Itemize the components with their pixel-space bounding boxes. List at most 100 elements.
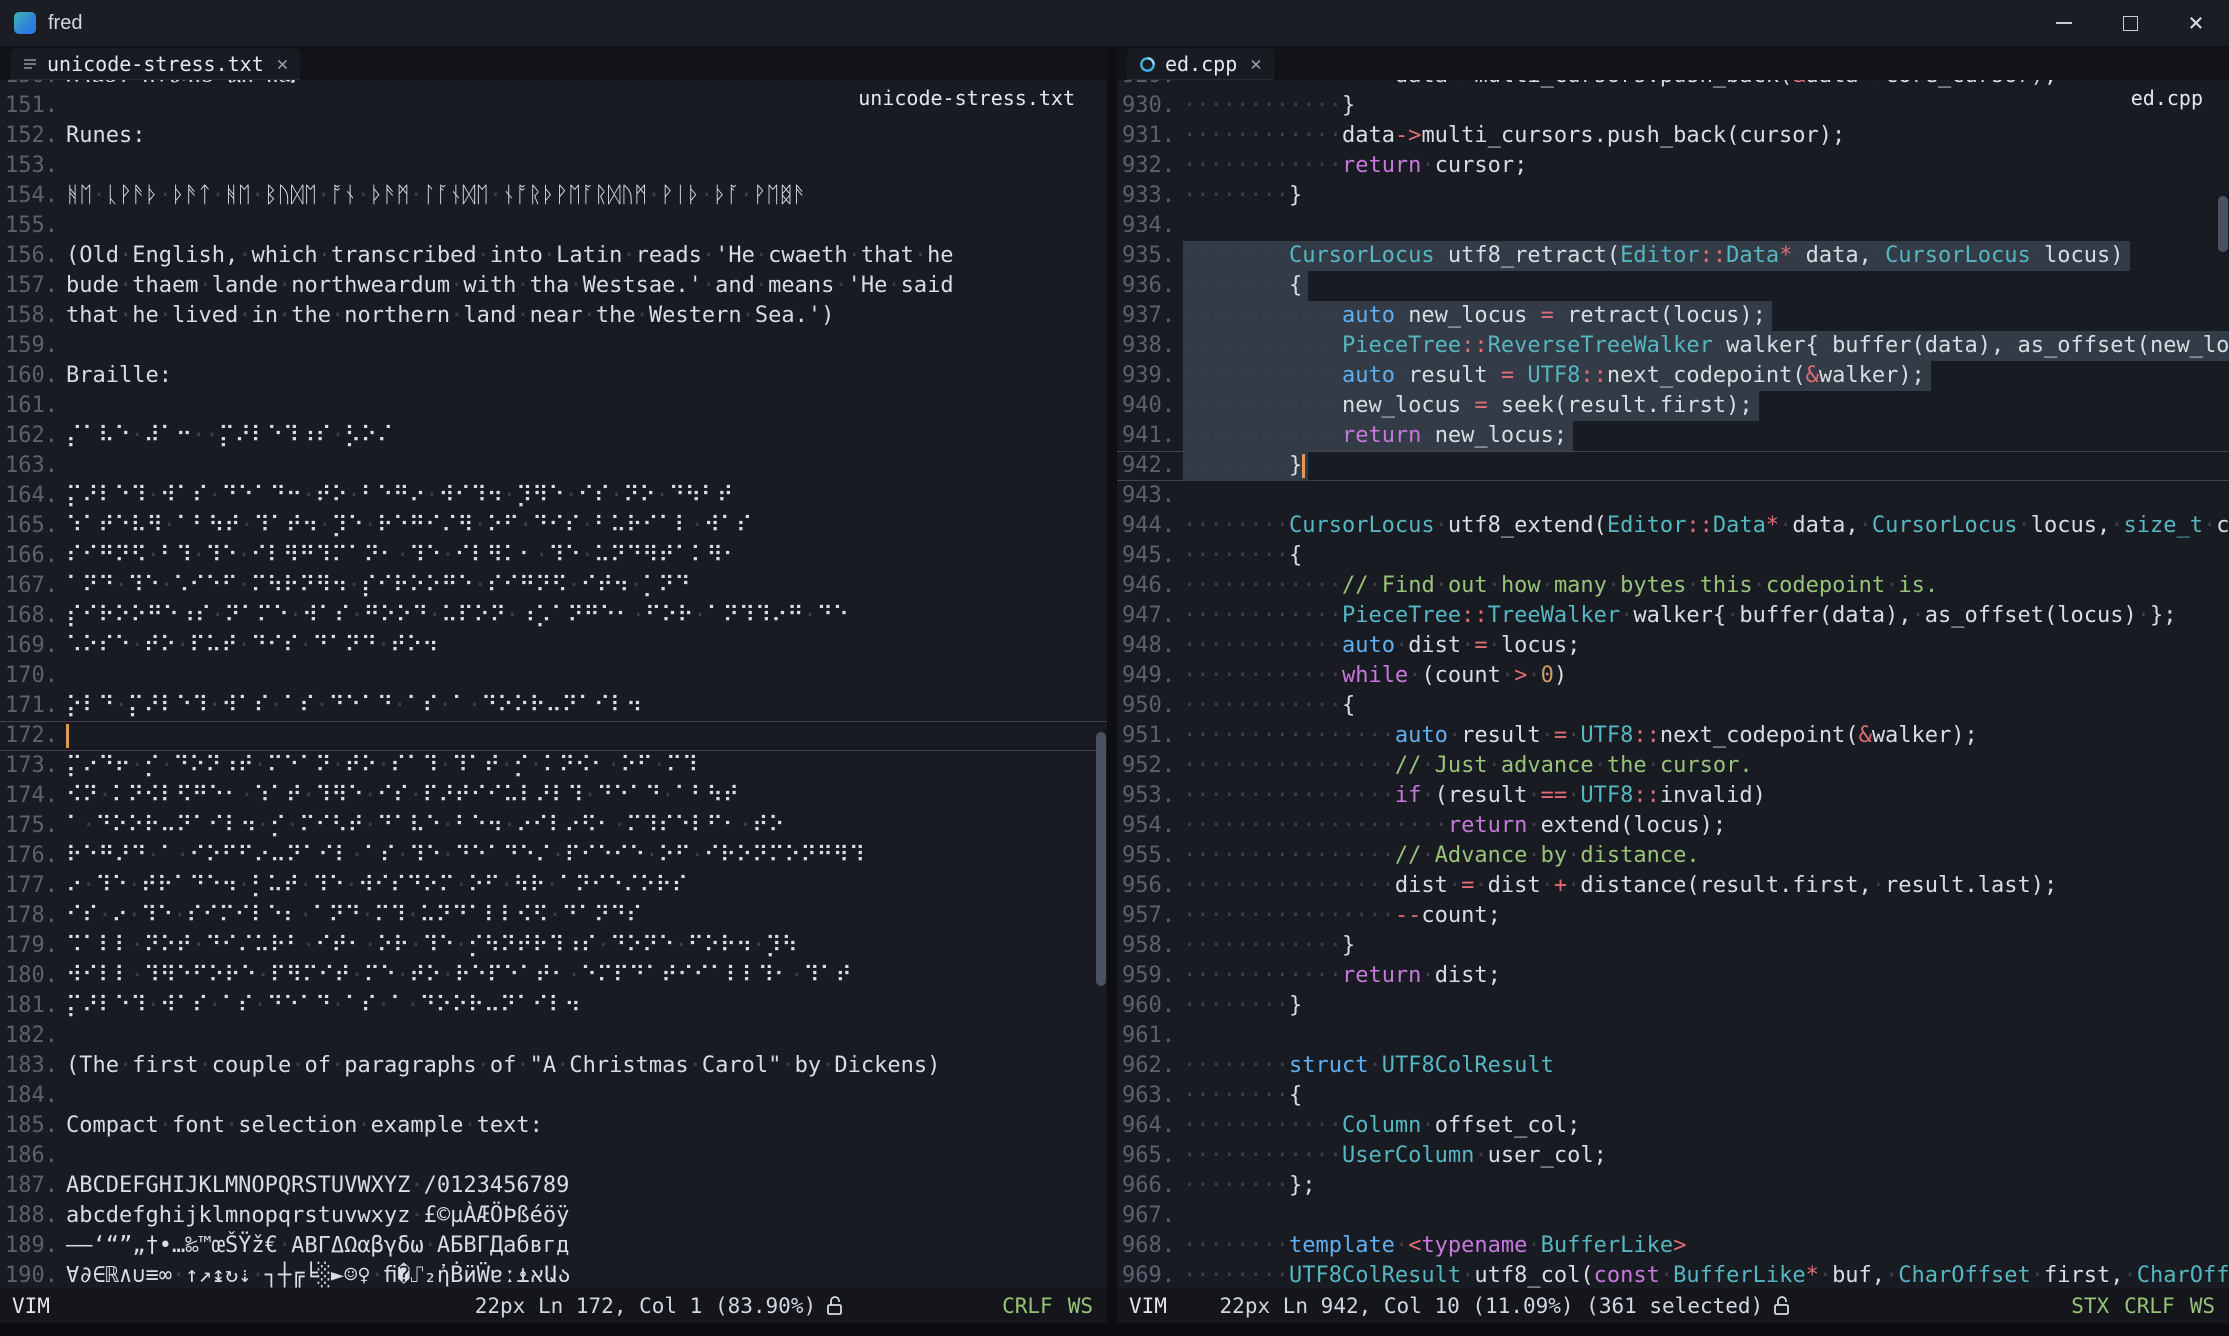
code-line[interactable]: 183.(The·first·couple·of·paragraphs·of·"…	[0, 1051, 1107, 1081]
code-line[interactable]: 160.Braille:	[0, 361, 1107, 391]
code-line[interactable]: 163.	[0, 451, 1107, 481]
code-line[interactable]: 172.	[0, 721, 1107, 751]
code-line[interactable]: 952.················//·Just·advance·the·…	[1117, 751, 2229, 781]
line-ending-indicator[interactable]: CRLF	[1002, 1294, 1053, 1318]
code-line[interactable]: 949.············while·(count·>·0)	[1117, 661, 2229, 691]
code-line[interactable]: 948.············auto·dist·=·locus;	[1117, 631, 2229, 661]
code-line[interactable]: 958.············}	[1117, 931, 2229, 961]
code-line[interactable]: 162.⡌⠁⠧⠑·⠼⠁⠒··⡍⠜⠇⠑⠹⠰⠎·⡣⠕⠌	[0, 421, 1107, 451]
pane-divider[interactable]	[1107, 46, 1117, 1336]
code-line[interactable]: 158.that·he·lived·in·the·northern·land·n…	[0, 301, 1107, 331]
tab-unicode-stress-txt[interactable]: unicode-stress.txt ✕	[10, 48, 300, 80]
code-line[interactable]: 968.········template·<typename·BufferLik…	[1117, 1231, 2229, 1261]
code-line[interactable]: 933.········}	[1117, 181, 2229, 211]
code-line[interactable]: 188.abcdefghijklmnopqrstuvwxyz·£©µÀÆÖÞßé…	[0, 1201, 1107, 1231]
code-line[interactable]: 951.················auto·result·=·UTF8::…	[1117, 721, 2229, 751]
code-line[interactable]: 945.········{	[1117, 541, 2229, 571]
code-line[interactable]: 187.ABCDEFGHIJKLMNOPQRSTUVWXYZ·/01234567…	[0, 1171, 1107, 1201]
code-line[interactable]: 164.⡍⠜⠇⠑⠹·⠺⠁⠎·⠙⠑⠁⠙⠒·⠞⠕·⠃⠑⠛⠔·⠺⠊⠹⠲·⡹⠻⠑·⠊⠎·…	[0, 481, 1107, 511]
code-line[interactable]: 962.········struct·UTF8ColResult	[1117, 1051, 2229, 1081]
code-line[interactable]: 969.········UTF8ColResult·utf8_col(const…	[1117, 1261, 2229, 1288]
code-line[interactable]: 936.········{	[1117, 271, 2229, 301]
code-line[interactable]: 959.············return·dist;	[1117, 961, 2229, 991]
code-line[interactable]: 966.········};	[1117, 1171, 2229, 1201]
whitespace-indicator[interactable]: WS	[2190, 1294, 2215, 1318]
code-line[interactable]: 939.············auto·result·=·UTF8::next…	[1117, 361, 2229, 391]
code-line[interactable]: 964.············Column·offset_col;	[1117, 1111, 2229, 1141]
code-line[interactable]: 157.bude·thaem·lande·northweardum·with·t…	[0, 271, 1107, 301]
code-line[interactable]: 184.	[0, 1081, 1107, 1111]
code-line[interactable]: 957.················--count;	[1117, 901, 2229, 931]
scrollbar-thumb[interactable]	[1096, 732, 1106, 986]
code-line[interactable]: 175.⠁·⠙⠕⠕⠗⠤⠝⠁⠊⠇⠲·⡊·⠍⠊⠣⠞·⠙⠁⠧⠑·⠃⠑⠲·⠔⠊⠇⠔⠫⠂·…	[0, 811, 1107, 841]
code-line[interactable]: 190.∀∂∈ℝ∧∪≡∞·↑↗↨↻⇣·┐┼╔╘░►☺♀·ﬁ�⑀₂ἠḂӥẄɐː⍎א…	[0, 1261, 1107, 1288]
code-line[interactable]: 173.⡍⠔⠙⠖·⡊·⠙⠕⠝⠰⠞·⠍⠑⠁⠝·⠞⠕·⠎⠁⠹·⠹⠁⠞·⡊·⠅⠝⠪⠂·…	[0, 751, 1107, 781]
code-line[interactable]: 967.	[1117, 1201, 2229, 1231]
code-viewport-left[interactable]: 150.እግርህን·በፍራሽህ·ልክ·ዘርጋ።151.152.Runes:153…	[0, 80, 1107, 1288]
code-line[interactable]: 170.	[0, 661, 1107, 691]
code-line[interactable]: 155.	[0, 211, 1107, 241]
code-line[interactable]: 166.⠎⠊⠛⠝⠫·⠃⠹·⠹⠑·⠊⠇⠻⠛⠹⠍⠁⠝⠂·⠹⠑·⠊⠇⠻⠅⠂·⠹⠑·⠥⠝…	[0, 541, 1107, 571]
code-line[interactable]: 953.················if·(result·==·UTF8::…	[1117, 781, 2229, 811]
tab-ed-cpp[interactable]: ed.cpp ✕	[1127, 48, 1274, 80]
code-line[interactable]: 171.⡕⠇⠙·⡍⠜⠇⠑⠹·⠺⠁⠎·⠁⠎·⠙⠑⠁⠙·⠁⠎·⠁·⠙⠕⠕⠗⠤⠝⠁⠊⠇…	[0, 691, 1107, 721]
code-line[interactable]: 156.(Old·English,·which·transcribed·into…	[0, 241, 1107, 271]
code-line[interactable]: 930.············}	[1117, 91, 2229, 121]
code-line[interactable]: 944.········CursorLocus·utf8_extend(Edit…	[1117, 511, 2229, 541]
code-line[interactable]: 161.	[0, 391, 1107, 421]
code-text: ············{	[1183, 691, 1355, 721]
code-line[interactable]: 159.	[0, 331, 1107, 361]
code-line[interactable]: 955.················//·Advance·by·distan…	[1117, 841, 2229, 871]
lock-icon[interactable]	[1773, 1295, 1791, 1317]
code-line[interactable]: 929.················data->multi_cursors.…	[1117, 80, 2229, 91]
tab-close-button[interactable]: ✕	[1250, 53, 1261, 75]
code-line[interactable]: 181.⡍⠜⠇⠑⠹·⠺⠁⠎·⠁⠎·⠙⠑⠁⠙·⠁⠎·⠁·⠙⠕⠕⠗⠤⠝⠁⠊⠇⠲	[0, 991, 1107, 1021]
tab-close-button[interactable]: ✕	[277, 53, 288, 75]
code-line[interactable]: 956.················dist·=·dist·+·distan…	[1117, 871, 2229, 901]
code-line[interactable]: 174.⠪⠝·⠅⠝⠪⠇⠫⠛⠑⠂·⠱⠁⠞·⠹⠻⠑·⠊⠎·⠏⠜⠞⠊⠊⠥⠇⠜⠇⠹·⠙⠑…	[0, 781, 1107, 811]
code-line[interactable]: 177.⠔·⠹⠑·⠞⠗⠁⠙⠑⠲·⡃⠥⠞·⠹⠑·⠺⠊⠎⠙⠕⠍·⠕⠋·⠳⠗·⠁⠝⠊⠑…	[0, 871, 1107, 901]
code-line[interactable]: 954.····················return·extend(lo…	[1117, 811, 2229, 841]
code-line[interactable]: 950.············{	[1117, 691, 2229, 721]
code-line[interactable]: 963.········{	[1117, 1081, 2229, 1111]
scrollbar-right[interactable]	[2217, 80, 2229, 1288]
code-line[interactable]: 167.⠁⠝⠙·⠹⠑·⠡⠊⠑⠋·⠍⠳⠗⠝⠻⠲·⡎⠊⠗⠕⠕⠛⠑·⠎⠊⠛⠝⠫·⠊⠞⠲…	[0, 571, 1107, 601]
code-line[interactable]: 154.ᚻᛖ·ᚳᚹᚫᚦ·ᚦᚫᛏ·ᚻᛖ·ᛒᚢᛞᛖ·ᚩᚾ·ᚦᚫᛗ·ᛚᚪᚾᛞᛖ·ᚾᚩᚱ…	[0, 181, 1107, 211]
code-text: ············PieceTree::TreeWalker·walker…	[1183, 601, 2176, 631]
code-line[interactable]: 176.⠗⠑⠛⠜⠙·⠁·⠊⠕⠋⠋⠔⠤⠝⠁⠊⠇·⠁⠎·⠹⠑·⠙⠑⠁⠙⠑⠌·⠏⠊⠑⠊…	[0, 841, 1107, 871]
code-line[interactable]: 946.············//·Find·out·how·many·byt…	[1117, 571, 2229, 601]
code-line[interactable]: 165.⠱⠁⠞⠑⠧⠻·⠁⠃⠳⠞·⠹⠁⠞⠲·⡹⠑·⠗⠑⠛⠊⠌⠻·⠕⠋·⠙⠊⠎·⠃⠥…	[0, 511, 1107, 541]
code-viewport-right[interactable]: 929.················data->multi_cursors.…	[1117, 80, 2229, 1288]
code-line[interactable]: 937.············auto·new_locus·=·retract…	[1117, 301, 2229, 331]
scrollbar-thumb[interactable]	[2218, 196, 2228, 252]
code-line[interactable]: 961.	[1117, 1021, 2229, 1051]
code-line[interactable]: 189.–—‘“”„†•…‰™œŠŸž€·ΑΒΓΔΩαβγδω·АБВГДабв…	[0, 1231, 1107, 1261]
code-line[interactable]: 152.Runes:	[0, 121, 1107, 151]
scrollbar-left[interactable]	[1095, 80, 1107, 1288]
whitespace-indicator[interactable]: WS	[1068, 1294, 1093, 1318]
code-line[interactable]: 169.⠡⠕⠎⠑·⠞⠕·⠏⠥⠞·⠙⠊⠎·⠙⠁⠝⠙·⠞⠕⠲	[0, 631, 1107, 661]
code-line[interactable]: 935.········CursorLocus·utf8_retract(Edi…	[1117, 241, 2229, 271]
code-line[interactable]: 178.⠊⠎·⠔·⠹⠑·⠎⠊⠍⠊⠇⠑⠆·⠁⠝⠙·⠍⠹·⠥⠝⠙⠁⠇⠇⠪⠫·⠙⠁⠝⠙…	[0, 901, 1107, 931]
code-line[interactable]: 168.⡎⠊⠗⠕⠕⠛⠑⠰⠎·⠝⠁⠍⠑·⠺⠁⠎·⠛⠕⠕⠙·⠥⠏⠕⠝·⠰⡡⠁⠝⠛⠑⠂…	[0, 601, 1107, 631]
lock-icon[interactable]	[826, 1295, 844, 1317]
code-line[interactable]: 182.	[0, 1021, 1107, 1051]
code-line[interactable]: 180.⠺⠊⠇⠇·⠹⠻⠑⠋⠕⠗⠑·⠏⠻⠍⠊⠞·⠍⠑·⠞⠕·⠗⠑⠏⠑⠁⠞⠂·⠑⠍⠏…	[0, 961, 1107, 991]
code-line[interactable]: 179.⠩⠁⠇⠇·⠝⠕⠞·⠙⠊⠌⠥⠗⠃·⠊⠞⠂·⠕⠗·⠹⠑·⡊⠳⠝⠞⠗⠹⠰⠎·⠙…	[0, 931, 1107, 961]
line-ending-indicator[interactable]: CRLF	[2124, 1294, 2175, 1318]
code-line[interactable]: 186.	[0, 1141, 1107, 1171]
code-line[interactable]: 938.············PieceTree::ReverseTreeWa…	[1117, 331, 2229, 361]
code-line[interactable]: 960.········}	[1117, 991, 2229, 1021]
code-line[interactable]: 153.	[0, 151, 1107, 181]
code-line[interactable]: 942.········}	[1117, 451, 2229, 481]
code-line[interactable]: 947.············PieceTree::TreeWalker·wa…	[1117, 601, 2229, 631]
code-line[interactable]: 940.············new_locus·=·seek(result.…	[1117, 391, 2229, 421]
code-line[interactable]: 941.············return·new_locus;	[1117, 421, 2229, 451]
encoding-indicator[interactable]: STX	[2071, 1294, 2109, 1318]
code-line[interactable]: 932.············return·cursor;	[1117, 151, 2229, 181]
code-line[interactable]: 931.············data->multi_cursors.push…	[1117, 121, 2229, 151]
code-line[interactable]: 943.	[1117, 481, 2229, 511]
code-line[interactable]: 934.	[1117, 211, 2229, 241]
code-line[interactable]: 185.Compact·font·selection·example·text:	[0, 1111, 1107, 1141]
code-line[interactable]: 965.············UserColumn·user_col;	[1117, 1141, 2229, 1171]
